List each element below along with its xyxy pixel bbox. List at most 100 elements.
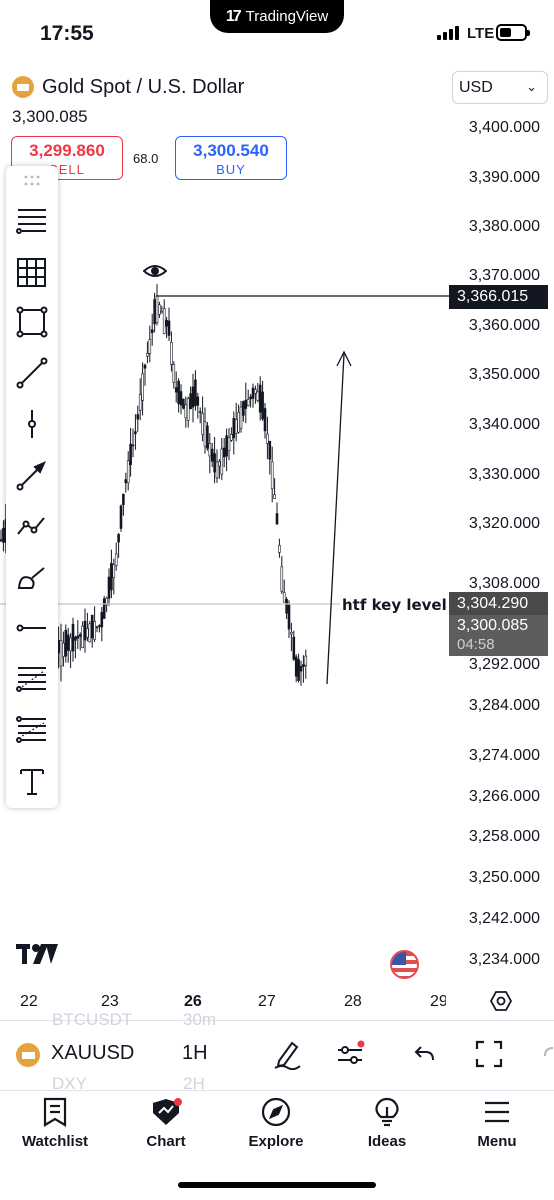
candle-body bbox=[218, 461, 221, 467]
candle-body bbox=[160, 311, 164, 314]
arrow-line-icon[interactable] bbox=[16, 459, 48, 491]
axis-label: 3,292.000 bbox=[468, 656, 540, 673]
last-price: 3,300.085 bbox=[12, 107, 88, 126]
axis-label: 3,360.000 bbox=[468, 317, 540, 334]
tab-chart[interactable]: Chart bbox=[116, 1097, 216, 1150]
candle-body bbox=[129, 443, 132, 466]
axis-label: 3,242.000 bbox=[468, 910, 540, 927]
spread-value: 68.0 bbox=[133, 151, 159, 166]
candle-body bbox=[110, 562, 113, 591]
candle-body bbox=[122, 493, 125, 506]
path-icon[interactable] bbox=[16, 510, 48, 542]
fullscreen-icon[interactable] bbox=[475, 1040, 503, 1073]
grid-icon[interactable] bbox=[16, 256, 48, 288]
fib-retracement-icon[interactable] bbox=[16, 663, 48, 695]
interval-selector[interactable]: 1H bbox=[182, 1042, 208, 1065]
vertical-line-icon[interactable] bbox=[16, 408, 48, 440]
candle-body bbox=[201, 413, 204, 435]
grip-icon[interactable] bbox=[23, 174, 41, 188]
battery-icon bbox=[496, 24, 530, 41]
candle-body bbox=[100, 612, 104, 628]
date-label: 28 bbox=[344, 993, 362, 1010]
candle-body bbox=[167, 320, 171, 336]
candle-body bbox=[239, 406, 243, 429]
candle-body bbox=[210, 448, 214, 462]
candle-body bbox=[230, 433, 233, 441]
candle-body bbox=[95, 626, 99, 629]
pencil-icon[interactable] bbox=[272, 1038, 302, 1075]
axis-label: 3,320.000 bbox=[468, 515, 540, 532]
compass-icon bbox=[261, 1097, 291, 1127]
candle-body bbox=[59, 640, 63, 667]
candle-body bbox=[150, 329, 154, 334]
symbol-ticker[interactable]: XAUUSD bbox=[51, 1042, 134, 1065]
trend-line-icon[interactable] bbox=[16, 357, 48, 389]
candle-body bbox=[64, 629, 68, 657]
candle-body bbox=[256, 391, 260, 401]
undo-icon[interactable] bbox=[414, 1044, 436, 1069]
axis-label: 3,258.000 bbox=[468, 828, 540, 845]
candle-body bbox=[81, 625, 84, 648]
horizontal-ray-icon[interactable] bbox=[16, 612, 48, 644]
text-icon[interactable] bbox=[16, 766, 48, 798]
us-flag-icon[interactable] bbox=[390, 950, 419, 979]
tab-ideas[interactable]: Ideas bbox=[337, 1097, 437, 1150]
status-time: 17:55 bbox=[40, 22, 94, 45]
price-chart[interactable] bbox=[0, 180, 450, 720]
candle-body bbox=[237, 412, 240, 433]
signal-icon bbox=[437, 26, 459, 40]
candle-body bbox=[102, 598, 106, 619]
axis-label: 3,400.000 bbox=[468, 119, 540, 136]
bar-countdown: 04:58 bbox=[457, 636, 495, 653]
candle-body bbox=[287, 604, 291, 630]
symbol-title[interactable]: Gold Spot / U.S. Dollar bbox=[42, 76, 244, 99]
key-level-price-tag[interactable]: 3,304.290 bbox=[449, 592, 548, 616]
tab-menu[interactable]: Menu bbox=[447, 1097, 547, 1150]
candle-body bbox=[242, 401, 245, 416]
candle-body bbox=[194, 379, 197, 406]
candle-body bbox=[275, 513, 279, 525]
candle-body bbox=[83, 620, 87, 641]
eye-icon[interactable] bbox=[142, 262, 168, 285]
more-icon[interactable] bbox=[543, 1046, 554, 1069]
candle-body bbox=[198, 411, 202, 413]
candle-body bbox=[246, 399, 250, 406]
tab-explore[interactable]: Explore bbox=[226, 1097, 326, 1150]
candle-body bbox=[244, 399, 248, 409]
axis-label: 3,370.000 bbox=[468, 267, 540, 284]
buy-button[interactable]: 3,300.540 BUY bbox=[175, 136, 287, 180]
tab-watchlist[interactable]: Watchlist bbox=[5, 1097, 105, 1150]
tab-label: Menu bbox=[477, 1133, 517, 1150]
candle-body bbox=[136, 414, 140, 420]
projection-arrow[interactable] bbox=[326, 353, 345, 685]
indicators-icon[interactable] bbox=[336, 1040, 366, 1073]
tradingview-logo-icon: 17 bbox=[225, 7, 242, 25]
tradingview-pill: 17 TradingView bbox=[210, 0, 344, 33]
candle-body bbox=[268, 440, 272, 460]
rectangle-icon[interactable] bbox=[16, 306, 48, 338]
candle-body bbox=[234, 419, 238, 434]
horizontal-lines-icon[interactable] bbox=[16, 204, 48, 236]
candle-body bbox=[69, 637, 72, 652]
candle-body bbox=[172, 364, 176, 383]
network-label: LTE bbox=[467, 25, 495, 42]
key-level-label[interactable]: htf key level bbox=[340, 596, 449, 614]
axis-label: 3,266.000 bbox=[468, 788, 540, 805]
candle-body bbox=[220, 448, 224, 475]
currency-value: USD bbox=[459, 78, 493, 96]
candle-body bbox=[182, 398, 185, 409]
candle-body bbox=[179, 391, 183, 406]
candle-body bbox=[297, 659, 300, 681]
brush-icon[interactable] bbox=[16, 562, 48, 594]
candle-body bbox=[86, 628, 89, 638]
candle-body bbox=[222, 447, 226, 458]
candle-body bbox=[258, 384, 262, 413]
fib-extension-icon[interactable] bbox=[16, 714, 48, 746]
settings-icon[interactable] bbox=[489, 990, 513, 1017]
currency-select[interactable]: USD ⌄ bbox=[452, 71, 548, 104]
current-price: 3,300.085 bbox=[457, 617, 529, 634]
candle-body bbox=[93, 621, 96, 640]
candle-body bbox=[126, 460, 130, 484]
candle-body bbox=[213, 453, 216, 473]
high-price-tag[interactable]: 3,366.015 bbox=[449, 285, 548, 309]
